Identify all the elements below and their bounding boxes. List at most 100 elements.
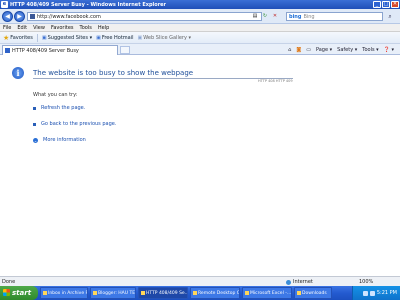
bing-logo-icon: bing: [289, 13, 302, 20]
menu-tools[interactable]: Tools: [80, 25, 92, 31]
page-menu[interactable]: Page ▾: [316, 47, 332, 53]
more-information-link[interactable]: More information: [43, 137, 86, 143]
address-url[interactable]: http://www.facebook.com: [37, 14, 101, 20]
task-label: HTTP 408/409 Se...: [146, 290, 188, 296]
task-blogger[interactable]: Blogger: HAU TEB...: [90, 287, 136, 299]
safety-menu[interactable]: Safety ▾: [337, 47, 357, 53]
menu-file[interactable]: File: [3, 25, 11, 31]
forward-button[interactable]: ▶: [14, 11, 25, 22]
favorites-bar: ★ Favorites ▣ Suggested Sites ▾ ▣ Free H…: [0, 32, 400, 44]
refresh-link[interactable]: Refresh the page.: [41, 105, 85, 111]
app-icon: [141, 291, 145, 295]
menu-view[interactable]: View: [33, 25, 45, 31]
page-icon: ▣: [96, 34, 101, 41]
minimize-button[interactable]: _: [373, 1, 381, 8]
tools-menu[interactable]: Tools ▾: [362, 47, 378, 53]
globe-icon: [286, 279, 291, 285]
page-icon: ▣: [41, 34, 47, 41]
favorite-web-slice-gallery[interactable]: ▣ Web Slice Gallery ▾: [138, 35, 192, 41]
task-label: Inbox in Archive F...: [48, 290, 88, 296]
taskbar-tasks: Inbox in Archive F... Blogger: HAU TEB..…: [40, 287, 332, 299]
page-content: i The website is too busy to show the we…: [0, 55, 400, 276]
task-downloads[interactable]: Downloads: [294, 287, 332, 299]
app-icon: [245, 291, 249, 295]
task-remote-desktop[interactable]: Remote Desktop C...: [190, 287, 240, 299]
zone-label: Internet: [293, 279, 313, 285]
refresh-button[interactable]: ↻: [261, 12, 269, 21]
compatibility-icon[interactable]: ▤: [251, 12, 259, 21]
clock: 5:21 PM: [376, 290, 397, 296]
search-box[interactable]: bing Bing: [286, 12, 383, 21]
system-tray: 5:21 PM: [352, 286, 400, 300]
task-inbox[interactable]: Inbox in Archive F...: [40, 287, 88, 299]
chevron-down-icon[interactable]: ⌄: [33, 137, 38, 143]
feeds-icon[interactable]: ◙: [296, 47, 301, 53]
start-button[interactable]: start: [0, 286, 38, 300]
status-text: Done: [2, 279, 16, 285]
task-label: Downloads: [302, 290, 327, 296]
divider: [36, 33, 38, 42]
app-icon: [193, 291, 197, 295]
stop-button[interactable]: ✕: [271, 12, 279, 21]
maximize-button[interactable]: □: [382, 1, 390, 8]
task-ie-current[interactable]: HTTP 408/409 Se...: [138, 287, 188, 299]
option-refresh[interactable]: Refresh the page.: [33, 105, 85, 111]
app-icon: [93, 291, 97, 295]
task-label: Microsoft Excel -...: [250, 290, 292, 296]
back-button[interactable]: ◀: [2, 11, 13, 22]
favorite-label: Web Slice Gallery ▾: [143, 34, 192, 41]
print-icon[interactable]: ▭: [306, 47, 311, 53]
bullet-icon: [33, 122, 36, 126]
new-tab-button[interactable]: [120, 46, 130, 54]
app-icon: [297, 291, 301, 295]
window-controls: _ □ ✕: [373, 1, 399, 8]
option-more-info[interactable]: ⌄ More information: [33, 137, 86, 143]
tab-current[interactable]: HTTP 408/409 Server Busy: [2, 45, 118, 55]
page-icon: ▣: [137, 34, 143, 41]
title-bar: e HTTP 408/409 Server Busy - Windows Int…: [0, 0, 400, 9]
error-code: HTTP 408 HTTP 409: [258, 79, 293, 83]
site-favicon-icon: [30, 14, 35, 19]
task-excel[interactable]: Microsoft Excel -...: [242, 287, 292, 299]
favorite-label: Free Hotmail: [101, 34, 134, 41]
volume-icon[interactable]: [369, 290, 375, 296]
star-icon: ★: [3, 33, 10, 42]
menu-edit[interactable]: Edit: [17, 25, 27, 31]
tab-bar: HTTP 408/409 Server Busy ⌂ ◙ ▭ Page ▾ Sa…: [0, 44, 400, 55]
favorite-free-hotmail[interactable]: ▣ Free Hotmail: [96, 35, 133, 41]
try-heading: What you can try:: [33, 92, 78, 98]
taskbar: start Inbox in Archive F... Blogger: HAU…: [0, 286, 400, 300]
zoom-level[interactable]: 100%: [359, 279, 373, 285]
start-label: start: [12, 289, 32, 297]
home-icon[interactable]: ⌂: [288, 47, 291, 53]
address-bar[interactable]: http://www.facebook.com: [27, 12, 262, 21]
info-icon: i: [12, 67, 24, 79]
help-menu[interactable]: ❓ ▾: [384, 47, 394, 53]
task-label: Blogger: HAU TEB...: [98, 290, 136, 296]
status-bar: Done Internet 100%: [0, 276, 400, 286]
network-icon[interactable]: [362, 290, 368, 296]
favorite-suggested-sites[interactable]: ▣ Suggested Sites ▾: [42, 35, 92, 41]
tab-label: HTTP 408/409 Server Busy: [12, 47, 79, 54]
menu-favorites[interactable]: Favorites: [51, 25, 74, 31]
navigation-bar: ◀ ▶ http://www.facebook.com ▤ ↻ ✕ bing B…: [0, 9, 400, 24]
menu-help[interactable]: Help: [98, 25, 109, 31]
windows-logo-icon: [3, 289, 10, 296]
favorite-label: Suggested Sites ▾: [47, 34, 93, 41]
go-back-link[interactable]: Go back to the previous page.: [41, 121, 116, 127]
ie-page-icon: [5, 48, 10, 53]
app-icon: [43, 291, 47, 295]
ie-logo-icon: e: [1, 1, 8, 8]
favorites-button[interactable]: ★ Favorites: [3, 34, 33, 42]
page-title: The website is too busy to show the webp…: [33, 69, 194, 77]
command-bar: ⌂ ◙ ▭ Page ▾ Safety ▾ Tools ▾ ❓ ▾: [288, 45, 394, 54]
security-zone[interactable]: Internet: [286, 279, 313, 285]
option-go-back[interactable]: Go back to the previous page.: [33, 121, 116, 127]
favorites-label: Favorites: [10, 34, 33, 41]
task-label: Remote Desktop C...: [198, 290, 240, 296]
close-button[interactable]: ✕: [391, 1, 399, 8]
address-buttons: ▤ ↻ ✕: [251, 12, 279, 21]
divider: [33, 78, 293, 79]
search-placeholder: Bing: [303, 13, 315, 20]
search-icon[interactable]: ⌕: [385, 12, 395, 21]
